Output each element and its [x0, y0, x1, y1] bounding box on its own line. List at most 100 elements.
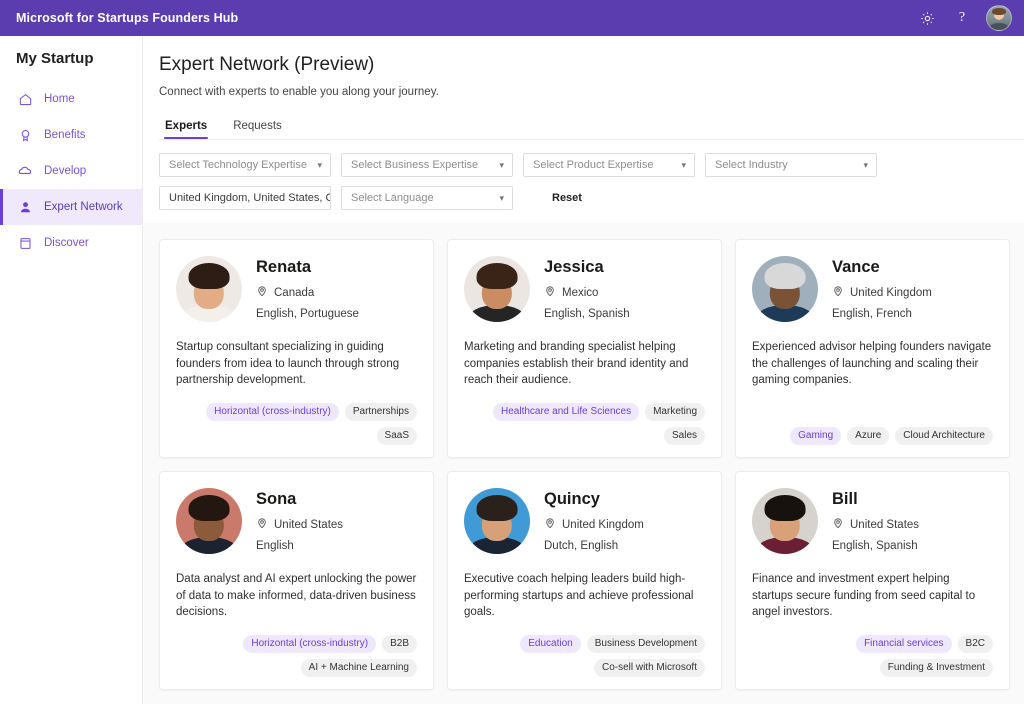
- expert-languages: English, Spanish: [832, 540, 919, 552]
- expert-avatar: [752, 256, 818, 322]
- filter-row-primary: Select Technology Expertise ▾ Select Bus…: [159, 153, 1024, 177]
- technology-expertise-value: Select Technology Expertise: [169, 159, 307, 171]
- product-expertise-select[interactable]: Select Product Expertise ▾: [523, 153, 695, 177]
- sidebar-item-expert-network[interactable]: Expert Network: [0, 189, 142, 225]
- chevron-down-icon: ▾: [681, 160, 686, 171]
- help-label: ?: [959, 11, 965, 25]
- reset-button[interactable]: Reset: [544, 188, 590, 208]
- expert-tags: Education Business Development Co-sell wit…: [464, 621, 705, 677]
- chevron-down-icon: ▾: [863, 160, 868, 171]
- expert-summary: Bill United States English, Spanish: [752, 488, 993, 554]
- expert-tags: Financial services B2C Funding & Investmen…: [752, 621, 993, 677]
- expert-tag[interactable]: Marketing: [645, 403, 705, 421]
- expert-tag[interactable]: Healthcare and Life Sciences: [493, 403, 639, 421]
- expert-name: Quincy: [544, 490, 644, 508]
- main-content: Expert Network (Preview) Connect with ex…: [143, 36, 1024, 704]
- avatar[interactable]: [986, 5, 1012, 31]
- location-pin-icon: [832, 517, 844, 532]
- location-label: United Kingdom: [850, 287, 932, 299]
- expert-summary: Jessica Mexico English, Spanish: [464, 256, 705, 322]
- award-icon: [17, 127, 33, 143]
- help-icon[interactable]: ?: [951, 7, 973, 29]
- expert-tag[interactable]: B2B: [382, 635, 417, 653]
- sidebar-item-label: Expert Network: [44, 201, 123, 213]
- pagination: ‹ 1 ›: [159, 690, 1010, 704]
- expert-summary: Quincy United Kingdom Dutch, English: [464, 488, 705, 554]
- technology-expertise-select[interactable]: Select Technology Expertise ▾: [159, 153, 331, 177]
- expert-tag[interactable]: Azure: [847, 427, 889, 445]
- page-header: Expert Network (Preview) Connect with ex…: [143, 36, 1024, 140]
- header-actions: ?: [916, 5, 1012, 31]
- expert-name: Bill: [832, 490, 919, 508]
- expert-tag[interactable]: B2C: [958, 635, 993, 653]
- expert-name: Renata: [256, 258, 359, 276]
- expert-name: Sona: [256, 490, 343, 508]
- sidebar-item-discover[interactable]: Discover: [0, 225, 142, 261]
- sidebar-item-label: Discover: [44, 237, 89, 249]
- expert-tag[interactable]: Gaming: [790, 427, 841, 445]
- page-subtitle: Connect with experts to enable you along…: [159, 86, 1024, 98]
- expert-card[interactable]: Jessica Mexico English, Spanish Marketin…: [447, 239, 722, 458]
- business-expertise-value: Select Business Expertise: [351, 159, 478, 171]
- expert-card[interactable]: Sona United States English Data analyst …: [159, 471, 434, 690]
- expert-tag[interactable]: Business Development: [587, 635, 705, 653]
- tab-experts[interactable]: Experts: [159, 114, 217, 139]
- expert-summary: Renata Canada English, Portuguese: [176, 256, 417, 322]
- expert-identity: Jessica Mexico English, Spanish: [544, 256, 630, 322]
- page-title: Expert Network (Preview): [159, 54, 1024, 76]
- expert-tag[interactable]: Co-sell with Microsoft: [594, 659, 705, 677]
- app-title: Microsoft for Startups Founders Hub: [16, 11, 238, 25]
- expert-card[interactable]: Renata Canada English, Portuguese Startu…: [159, 239, 434, 458]
- expert-tag[interactable]: AI + Machine Learning: [301, 659, 417, 677]
- location-label: Canada: [274, 287, 314, 299]
- expert-tags: Gaming Azure Cloud Architecture: [752, 413, 993, 445]
- expert-bio: Marketing and branding specialist helpin…: [464, 339, 705, 389]
- expert-avatar: [752, 488, 818, 554]
- expert-location: United Kingdom: [832, 285, 932, 300]
- expert-tag[interactable]: Horizontal (cross-industry): [243, 635, 376, 653]
- expert-languages: English, Spanish: [544, 308, 630, 320]
- expert-tag[interactable]: Financial services: [856, 635, 951, 653]
- language-select[interactable]: Select Language ▾: [341, 186, 513, 210]
- expert-bio: Finance and investment expert helping st…: [752, 571, 993, 621]
- expert-tag[interactable]: Horizontal (cross-industry): [206, 403, 339, 421]
- filter-row-secondary: United Kingdom, United States, C ▾ Selec…: [159, 186, 1024, 210]
- expert-location: Mexico: [544, 285, 630, 300]
- sidebar-item-label: Home: [44, 93, 75, 105]
- expert-tag[interactable]: Sales: [664, 427, 705, 445]
- expert-summary: Sona United States English: [176, 488, 417, 554]
- business-expertise-select[interactable]: Select Business Expertise ▾: [341, 153, 513, 177]
- sidebar-item-benefits[interactable]: Benefits: [0, 117, 142, 153]
- expert-languages: English, French: [832, 308, 932, 320]
- expert-tag[interactable]: SaaS: [377, 427, 417, 445]
- location-label: Mexico: [562, 287, 598, 299]
- chevron-down-icon: ▾: [499, 193, 504, 204]
- expert-languages: English, Portuguese: [256, 308, 359, 320]
- sidebar-item-home[interactable]: Home: [0, 81, 142, 117]
- expert-card[interactable]: Quincy United Kingdom Dutch, English Exe…: [447, 471, 722, 690]
- expert-tag[interactable]: Cloud Architecture: [895, 427, 993, 445]
- chevron-down-icon: ▾: [317, 160, 322, 171]
- tab-requests[interactable]: Requests: [227, 114, 292, 139]
- location-pin-icon: [544, 517, 556, 532]
- sidebar-item-develop[interactable]: Develop: [0, 153, 142, 189]
- industry-value: Select Industry: [715, 159, 788, 171]
- country-select[interactable]: United Kingdom, United States, C ▾: [159, 186, 331, 210]
- location-pin-icon: [256, 285, 268, 300]
- expert-avatar: [464, 488, 530, 554]
- expert-name: Vance: [832, 258, 932, 276]
- expert-card[interactable]: Bill United States English, Spanish Fina…: [735, 471, 1010, 690]
- gear-icon[interactable]: [916, 7, 938, 29]
- filter-bar: Select Technology Expertise ▾ Select Bus…: [143, 140, 1024, 223]
- location-label: United States: [850, 519, 919, 531]
- industry-select[interactable]: Select Industry ▾: [705, 153, 877, 177]
- expert-card[interactable]: Vance United Kingdom English, French Exp…: [735, 239, 1010, 458]
- expert-card-grid: Renata Canada English, Portuguese Startu…: [159, 239, 1010, 690]
- expert-tag[interactable]: Education: [520, 635, 580, 653]
- location-label: United States: [274, 519, 343, 531]
- expert-tag[interactable]: Partnerships: [345, 403, 417, 421]
- location-pin-icon: [544, 285, 556, 300]
- expert-tag[interactable]: Funding & Investment: [880, 659, 993, 677]
- expert-identity: Sona United States English: [256, 488, 343, 554]
- expert-identity: Bill United States English, Spanish: [832, 488, 919, 554]
